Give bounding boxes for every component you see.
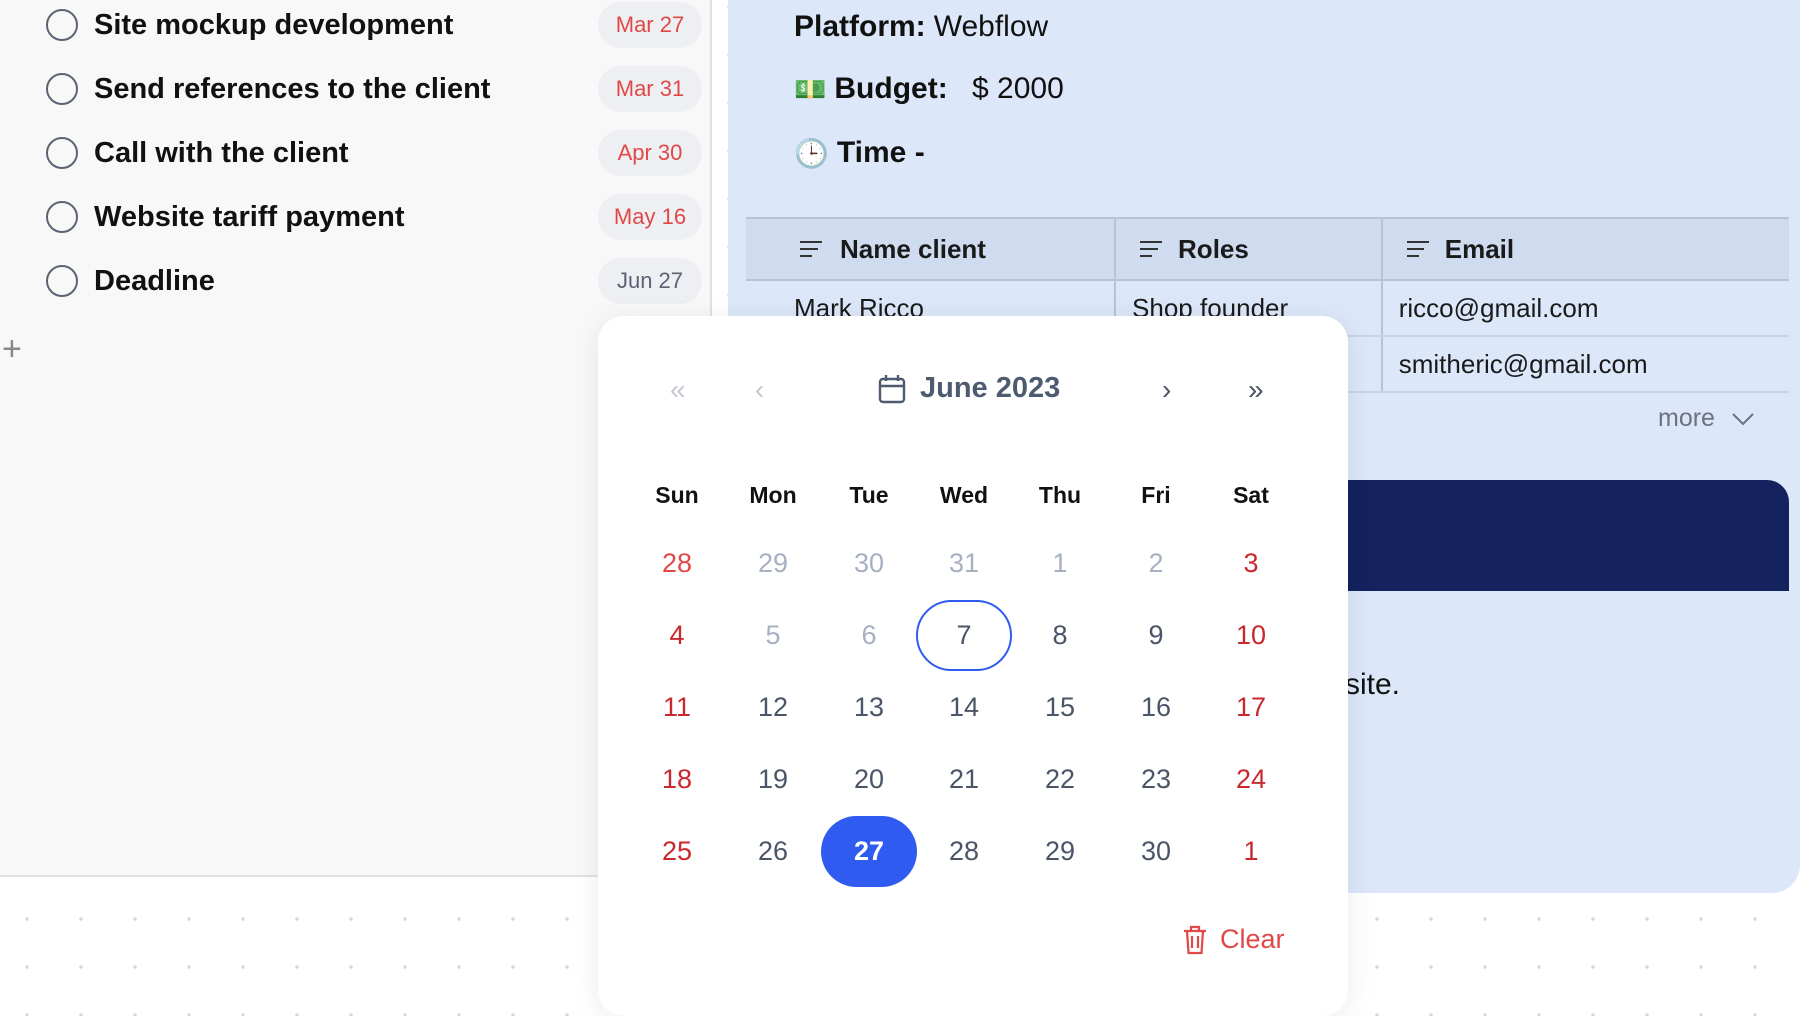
task-title: Call with the client — [94, 136, 349, 169]
checkbox-circle[interactable] — [46, 265, 78, 297]
prev-year-button[interactable]: « — [670, 374, 686, 406]
day-cell[interactable]: 22 — [1012, 744, 1108, 815]
day-cell[interactable]: 26 — [725, 816, 821, 887]
day-cell[interactable]: 1 — [1203, 816, 1299, 887]
task-title: Website tariff payment — [94, 200, 405, 233]
platform-row: Platform: Webflow — [794, 10, 1049, 43]
text-field-icon — [1140, 241, 1163, 262]
day-cell[interactable]: 12 — [725, 672, 821, 743]
day-cell[interactable]: 25 — [629, 816, 725, 887]
table-cell[interactable]: smitheric@gmail.com — [1380, 336, 1789, 393]
budget-value: $ 2000 — [972, 72, 1064, 105]
day-cell[interactable]: 11 — [629, 672, 725, 743]
day-cell[interactable]: 19 — [725, 744, 821, 815]
task-item[interactable]: Deadline Jun 27 — [46, 256, 702, 306]
due-date-badge[interactable]: Mar 31 — [598, 66, 702, 112]
day-cell[interactable]: 30 — [1108, 816, 1204, 887]
day-cell-selected[interactable]: 27 — [821, 816, 917, 887]
money-icon: 💵 — [794, 73, 827, 104]
more-button[interactable]: more — [1658, 404, 1755, 433]
weekday-label: Sun — [655, 482, 699, 508]
due-date-badge[interactable]: Apr 30 — [598, 130, 702, 176]
task-title: Site mockup development — [94, 8, 454, 41]
day-cell[interactable]: 16 — [1108, 672, 1204, 743]
checkbox-circle[interactable] — [46, 9, 78, 41]
due-date-badge[interactable]: Mar 27 — [598, 2, 702, 48]
chevron-down-icon — [1732, 412, 1754, 425]
weekday-label: Tue — [849, 482, 889, 508]
day-cell[interactable]: 31 — [916, 528, 1012, 599]
day-cell[interactable]: 18 — [629, 744, 725, 815]
clock-icon: 🕒 — [794, 137, 829, 169]
trash-icon — [1184, 925, 1206, 954]
text-field-icon — [1406, 241, 1429, 262]
weekday-label: Fri — [1141, 482, 1171, 508]
calendar-icon — [878, 374, 906, 403]
day-cell[interactable]: 23 — [1108, 744, 1204, 815]
column-header[interactable]: Name client — [746, 217, 1116, 281]
task-title: Send references to the client — [94, 72, 491, 105]
day-cell: 2 — [1148, 548, 1164, 578]
checkbox-circle[interactable] — [46, 73, 78, 105]
day-cell-today[interactable]: 7 — [916, 600, 1012, 671]
next-year-button[interactable]: » — [1248, 374, 1264, 406]
text-field-icon — [800, 241, 822, 262]
day-cell[interactable]: 13 — [821, 672, 917, 743]
platform-value: Webflow — [933, 10, 1049, 43]
day-cell[interactable]: 29 — [1012, 816, 1108, 887]
task-item[interactable]: Website tariff payment May 16 — [46, 192, 702, 242]
due-date-badge[interactable]: May 16 — [598, 194, 702, 240]
day-cell[interactable]: 14 — [916, 672, 1012, 743]
time-row: 🕒 Time - — [794, 136, 925, 169]
task-item[interactable]: Call with the client Apr 30 — [46, 128, 702, 178]
day-cell[interactable]: 24 — [1203, 744, 1299, 815]
day-cell[interactable]: 8 — [1012, 600, 1108, 671]
task-title: Deadline — [94, 264, 215, 297]
day-cell[interactable]: 17 — [1203, 672, 1299, 743]
day-cell[interactable]: 30 — [821, 528, 917, 599]
day-cell[interactable]: 28 — [629, 528, 725, 599]
day-cell[interactable]: 21 — [916, 744, 1012, 815]
weekday-label: Mon — [749, 482, 797, 508]
description-text: site. — [1345, 668, 1401, 701]
budget-row: 💵 Budget: $ 2000 — [794, 72, 1064, 105]
day-cell[interactable]: 20 — [821, 744, 917, 815]
day-cell[interactable]: 4 — [629, 600, 725, 671]
day-cell[interactable]: 3 — [1203, 528, 1299, 599]
prev-month-button[interactable]: ‹ — [755, 374, 764, 406]
checkbox-circle[interactable] — [46, 137, 78, 169]
month-title[interactable]: June 2023 — [878, 372, 1060, 405]
day-cell[interactable]: 29 — [725, 528, 821, 599]
date-picker-popup: « ‹ June 2023 › » Clear Sun Mon Tue Wed Thu F… — [598, 316, 1348, 1016]
day-cell: 5 — [765, 620, 781, 650]
due-date-badge[interactable]: Jun 27 — [598, 258, 702, 304]
day-cell[interactable]: 10 — [1203, 600, 1299, 671]
day-cell[interactable]: 9 — [1108, 600, 1204, 671]
day-cell: 1 — [1052, 548, 1068, 578]
day-cell[interactable]: 15 — [1012, 672, 1108, 743]
weekday-label: Thu — [1038, 482, 1082, 508]
day-cell[interactable]: 28 — [916, 816, 1012, 887]
clear-button[interactable]: Clear — [1182, 924, 1285, 955]
next-month-button[interactable]: › — [1162, 374, 1171, 406]
column-header[interactable]: Email — [1380, 217, 1789, 281]
checkbox-circle[interactable] — [46, 201, 78, 233]
task-item[interactable]: Site mockup development Mar 27 — [46, 0, 702, 50]
plus-icon[interactable]: + — [2, 332, 22, 366]
day-cell: 6 — [861, 620, 877, 650]
weekday-label: Sat — [1233, 482, 1269, 508]
table-cell[interactable]: ricco@gmail.com — [1380, 280, 1789, 337]
column-header[interactable]: Roles — [1114, 217, 1382, 281]
weekday-label: Wed — [939, 482, 989, 508]
task-item[interactable]: Send references to the client Mar 31 — [46, 64, 702, 114]
